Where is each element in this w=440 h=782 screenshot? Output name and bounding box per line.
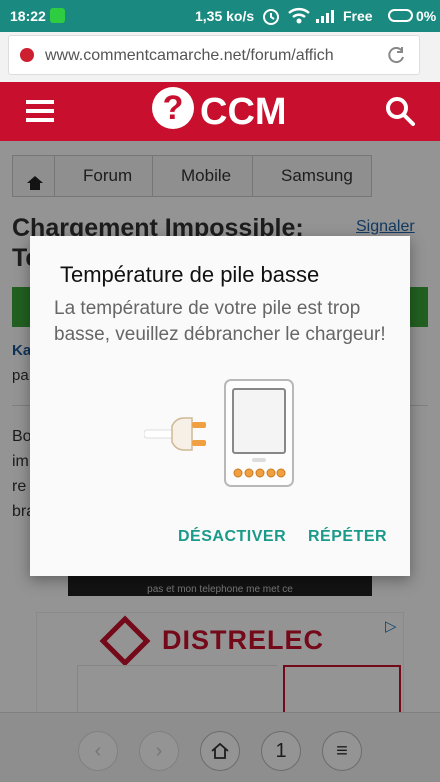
alarm-icon xyxy=(261,6,281,29)
site-favicon-icon xyxy=(20,48,34,62)
ccm-logo-icon[interactable]: ? xyxy=(152,87,194,129)
dialog-message: La température de votre pile est trop ba… xyxy=(54,298,386,345)
signal-icon xyxy=(316,8,338,26)
url-text[interactable]: www.commentcamarche.net/forum/affich xyxy=(45,47,363,65)
browser-toolbar: www.commentcamarche.net/forum/affich xyxy=(0,32,440,82)
status-bar: 18:22 1,35 ko/s Free 0% xyxy=(0,0,440,32)
hamburger-menu-icon[interactable] xyxy=(26,100,54,122)
search-icon[interactable] xyxy=(384,95,416,132)
dialog-title: Température de pile basse xyxy=(60,262,320,287)
charger-plug-icon xyxy=(144,417,206,451)
repeat-button[interactable]: RÉPÉTER xyxy=(308,528,387,546)
battery-percent: 0% xyxy=(416,8,437,24)
low-battery-temperature-dialog: Température de pile basse La température… xyxy=(30,236,410,576)
status-time: 18:22 xyxy=(10,8,46,24)
reload-icon[interactable] xyxy=(387,45,407,70)
phone-device-icon xyxy=(224,379,294,487)
network-speed: 1,35 ko/s xyxy=(195,8,255,24)
carrier-name: Free xyxy=(343,8,373,24)
site-header: ? CCM xyxy=(0,82,440,141)
url-bar[interactable]: www.commentcamarche.net/forum/affich xyxy=(8,35,420,75)
battery-icon xyxy=(388,9,413,22)
call-icon xyxy=(50,8,65,23)
site-logo-text[interactable]: CCM xyxy=(200,91,287,134)
disable-button[interactable]: DÉSACTIVER xyxy=(178,528,286,546)
wifi-icon xyxy=(288,7,310,28)
